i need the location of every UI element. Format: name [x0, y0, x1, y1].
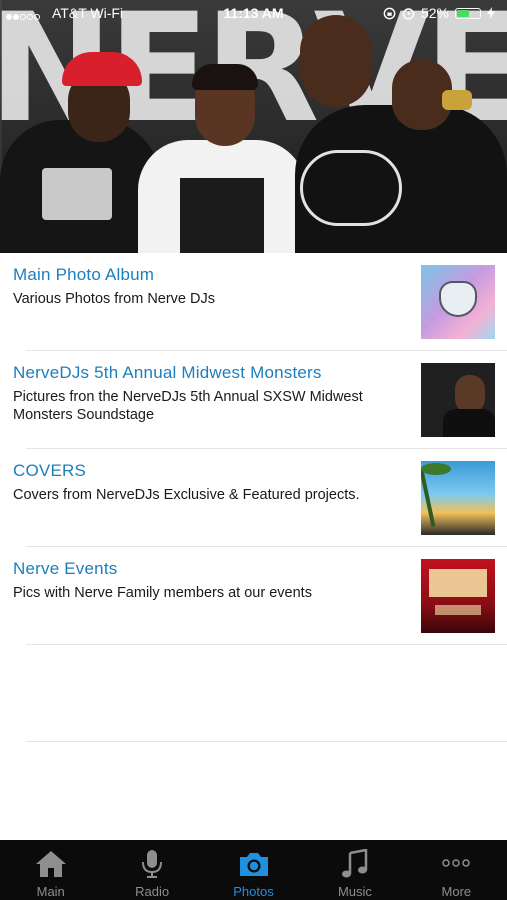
tab-label: Main [36, 884, 65, 899]
status-bar: AT&T Wi-Fi 11:13 AM 52% [0, 0, 507, 28]
person-left-cap [62, 52, 142, 86]
album-item-main-photo-album[interactable]: Main Photo Album Various Photos from Ner… [0, 253, 507, 351]
alarm-icon [402, 7, 415, 20]
music-note-icon [341, 849, 368, 878]
tab-more[interactable]: More [406, 840, 507, 900]
album-title: COVERS [13, 461, 86, 480]
album-description: Covers from NerveDJs Exclusive & Feature… [13, 487, 360, 503]
tab-label: More [441, 884, 472, 899]
portrait-icon [421, 363, 495, 437]
album-title: NerveDJs 5th Annual Midwest Monsters [13, 363, 322, 382]
person-middle-shirt-print [180, 178, 264, 253]
event-flyer-icon [421, 559, 495, 633]
battery-percent: 52% [420, 5, 449, 21]
album-item-covers[interactable]: COVERS Covers from NerveDJs Exclusive & … [0, 449, 507, 547]
battery-icon [455, 7, 481, 19]
more-dots-icon [442, 859, 471, 867]
camera-icon [239, 853, 268, 876]
album-cover-icon [421, 265, 495, 339]
album-title: Nerve Events [13, 559, 118, 578]
album-description: Various Photos from Nerve DJs [13, 291, 215, 307]
tab-radio[interactable]: Radio [101, 840, 202, 900]
person-right-head [300, 15, 372, 107]
tab-music[interactable]: Music [304, 840, 405, 900]
album-item-nerve-events[interactable]: Nerve Events Pics with Nerve Family memb… [0, 547, 507, 645]
charging-icon [487, 7, 495, 19]
album-description: Pics with Nerve Family members at our ev… [13, 585, 312, 601]
album-description: Pictures fron the NerveDJs 5th Annual SX… [13, 389, 363, 423]
person-right-shirt-print [300, 150, 402, 226]
beach-cover-icon [421, 461, 495, 535]
tab-photos[interactable]: Photos [203, 840, 304, 900]
home-icon [35, 851, 66, 877]
person-right-watch [442, 90, 472, 110]
album-item-midwest-monsters[interactable]: NerveDJs 5th Annual Midwest Monsters Pic… [0, 351, 507, 449]
album-title: Main Photo Album [13, 265, 155, 284]
tab-label: Radio [135, 884, 170, 899]
divider [26, 644, 507, 645]
status-right-icons: 52% [383, 5, 495, 21]
empty-row-divider [26, 741, 507, 742]
tab-label: Photos [233, 884, 274, 899]
rotation-lock-icon [383, 7, 396, 19]
tab-main[interactable]: Main [0, 840, 101, 900]
microphone-icon [142, 850, 163, 878]
tab-label: Music [337, 884, 372, 899]
person-middle-hair [192, 64, 258, 90]
tab-bar: Main Radio Photos Music More [0, 840, 507, 900]
album-list: Main Photo Album Various Photos from Ner… [0, 253, 507, 645]
person-left-shirt-print [42, 168, 112, 220]
header-photo: NERVE AT&T Wi-Fi 11:13 AM 52% [0, 0, 507, 253]
